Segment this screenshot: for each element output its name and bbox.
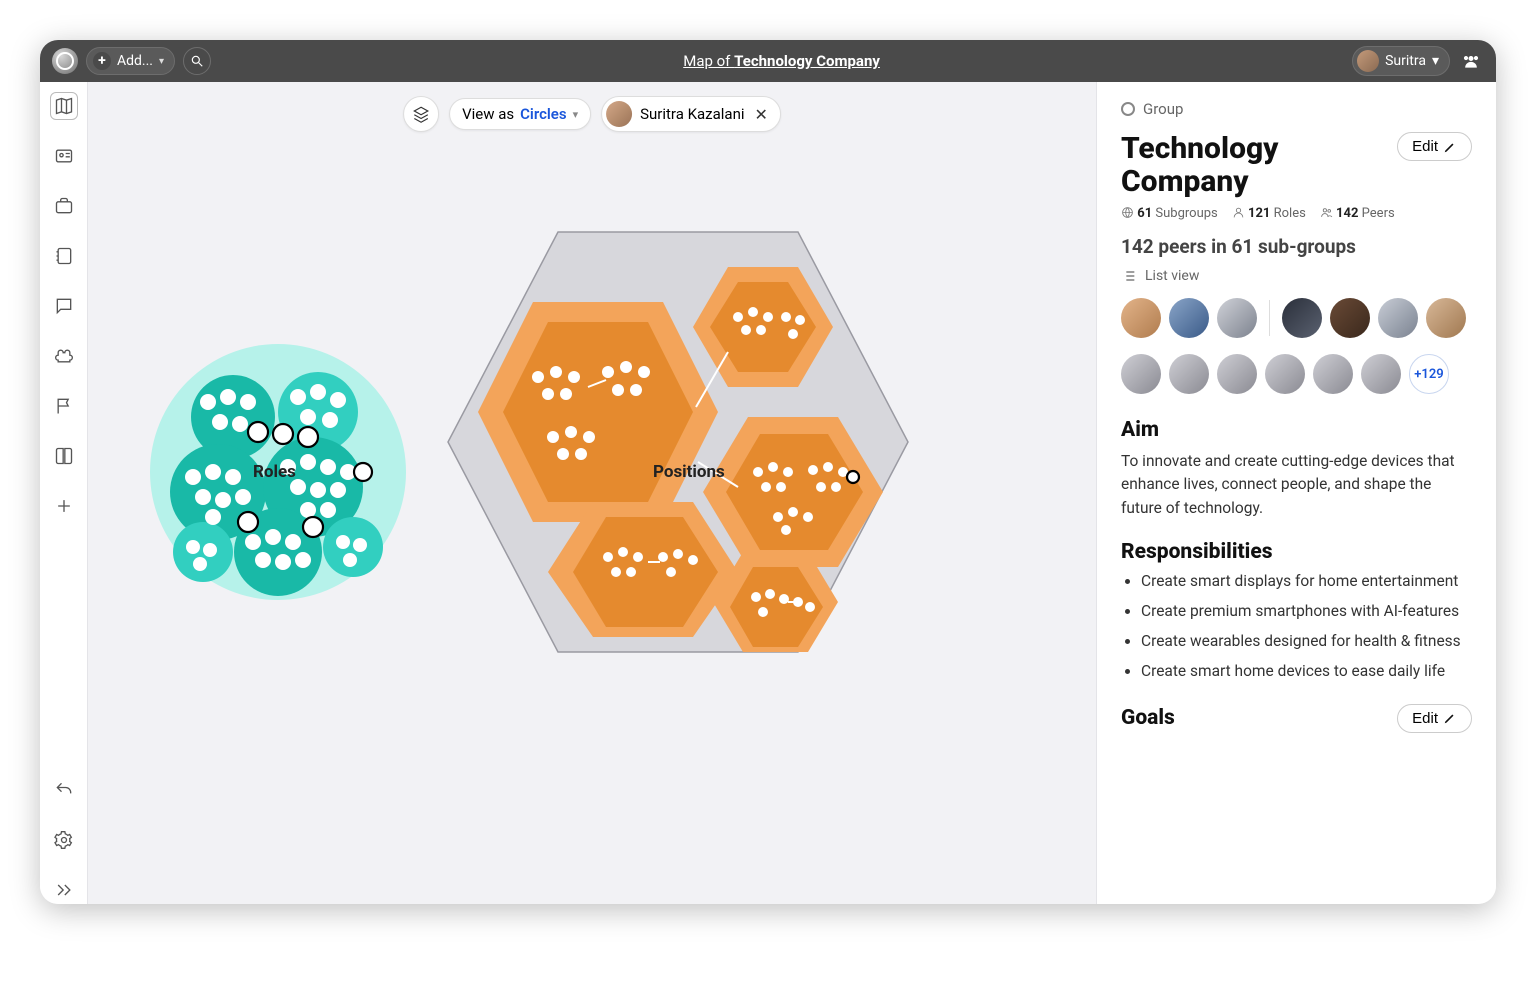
add-label: Add... xyxy=(117,53,153,69)
sidebar-notebook[interactable] xyxy=(50,242,78,270)
pencil-icon xyxy=(1443,711,1457,725)
roles-cluster[interactable] xyxy=(148,342,408,602)
app-window: + Add... ▾ Map of Technology Company Sur… xyxy=(40,40,1496,904)
sidebar-flag[interactable] xyxy=(50,392,78,420)
avatar[interactable] xyxy=(1265,354,1305,394)
positions-cluster[interactable] xyxy=(438,212,918,672)
sidebar-briefcase[interactable] xyxy=(50,192,78,220)
sidebar-book[interactable] xyxy=(50,442,78,470)
diagram: Roles xyxy=(108,182,1076,884)
chevron-down-icon: ▾ xyxy=(1432,53,1439,69)
chevron-down-icon: ▾ xyxy=(573,108,579,121)
avatar[interactable] xyxy=(1361,354,1401,394)
user-avatar-icon xyxy=(1357,50,1379,72)
details-panel: Group Technology Company Edit 61 Subgrou… xyxy=(1096,82,1496,904)
people-button[interactable] xyxy=(1458,48,1484,74)
list-item: Create premium smartphones with AI-featu… xyxy=(1141,602,1472,620)
circle-icon xyxy=(1121,102,1135,116)
avatar[interactable] xyxy=(1217,354,1257,394)
filter-person: Suritra Kazalani xyxy=(640,105,744,123)
search-icon xyxy=(190,54,204,68)
user-menu[interactable]: Suritra ▾ xyxy=(1352,46,1450,76)
sidebar-card[interactable] xyxy=(50,142,78,170)
avatar[interactable] xyxy=(1121,298,1161,338)
topbar: + Add... ▾ Map of Technology Company Sur… xyxy=(40,40,1496,82)
panel-title: Technology Company xyxy=(1121,132,1397,198)
plus-icon: + xyxy=(93,52,111,70)
more-avatars[interactable]: +129 xyxy=(1409,354,1449,394)
sidebar-map[interactable] xyxy=(50,92,78,120)
filter-chip: Suritra Kazalani ✕ xyxy=(601,96,781,132)
view-as-label: View as xyxy=(462,105,514,123)
canvas[interactable]: View as Circles ▾ Suritra Kazalani ✕ xyxy=(88,82,1096,904)
canvas-controls: View as Circles ▾ Suritra Kazalani ✕ xyxy=(403,96,781,132)
responsibilities-list: Create smart displays for home entertain… xyxy=(1121,572,1472,680)
sidebar-settings[interactable] xyxy=(50,826,78,854)
edit-button[interactable]: Edit xyxy=(1397,132,1472,161)
filter-avatar-icon xyxy=(606,101,632,127)
list-item: Create smart displays for home entertain… xyxy=(1141,572,1472,590)
chevron-down-icon: ▾ xyxy=(159,56,164,67)
sidebar-add[interactable] xyxy=(50,492,78,520)
list-item: Create wearables designed for health & f… xyxy=(1141,632,1472,650)
avatar[interactable] xyxy=(1217,298,1257,338)
sidebar-puzzle[interactable] xyxy=(50,342,78,370)
layers-button[interactable] xyxy=(403,96,439,132)
peers-subhead: 142 peers in 61 sub-groups xyxy=(1121,235,1472,258)
page-title[interactable]: Map of Technology Company xyxy=(219,52,1344,70)
goals-title: Goals xyxy=(1121,706,1175,730)
sidebar-chat[interactable] xyxy=(50,292,78,320)
avatar[interactable] xyxy=(1313,354,1353,394)
user-name: Suritra xyxy=(1385,53,1426,69)
sidebar-undo[interactable] xyxy=(50,776,78,804)
sidebar xyxy=(40,82,88,904)
app-logo-icon[interactable] xyxy=(52,48,78,74)
list-item: Create smart home devices to ease daily … xyxy=(1141,662,1472,680)
avatar[interactable] xyxy=(1169,298,1209,338)
pencil-icon xyxy=(1443,140,1457,154)
avatar[interactable] xyxy=(1282,298,1322,338)
avatar[interactable] xyxy=(1378,298,1418,338)
search-button[interactable] xyxy=(183,47,211,75)
group-tag: Group xyxy=(1121,100,1472,118)
avatar[interactable] xyxy=(1330,298,1370,338)
peer-avatars: +129 xyxy=(1121,298,1472,394)
sidebar-collapse[interactable] xyxy=(50,876,78,904)
add-button[interactable]: + Add... ▾ xyxy=(86,47,175,75)
avatar[interactable] xyxy=(1169,354,1209,394)
divider xyxy=(1269,300,1270,336)
avatar[interactable] xyxy=(1426,298,1466,338)
stats-row: 61 Subgroups 121 Roles 142 Peers xyxy=(1121,206,1472,221)
view-as-selector[interactable]: View as Circles ▾ xyxy=(449,98,591,130)
list-view-button[interactable]: List view xyxy=(1121,268,1472,284)
responsibilities-title: Responsibilities xyxy=(1121,540,1472,564)
body: View as Circles ▾ Suritra Kazalani ✕ xyxy=(40,82,1496,904)
close-icon[interactable]: ✕ xyxy=(753,105,770,124)
view-mode: Circles xyxy=(520,105,566,123)
avatar[interactable] xyxy=(1121,354,1161,394)
aim-text: To innovate and create cutting-edge devi… xyxy=(1121,450,1472,520)
aim-title: Aim xyxy=(1121,418,1472,442)
edit-goals-button[interactable]: Edit xyxy=(1397,704,1472,733)
